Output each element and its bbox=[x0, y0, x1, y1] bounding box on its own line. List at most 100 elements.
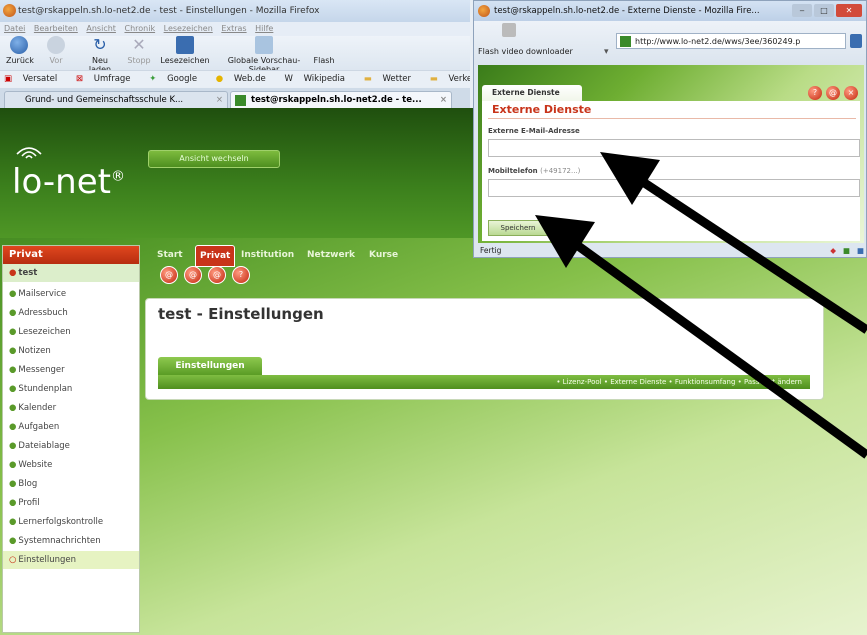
save-button[interactable]: Speichern bbox=[488, 220, 548, 236]
sidebar-item-aufgaben[interactable]: ● Aufgaben bbox=[3, 418, 139, 436]
versatel-icon: ▣ bbox=[4, 74, 13, 84]
mail-icon[interactable]: @ bbox=[826, 86, 840, 100]
flash-video-downloader-icon[interactable] bbox=[502, 23, 516, 37]
sidebar-item-notizen[interactable]: ● Notizen bbox=[3, 342, 139, 360]
dropdown-arrow-icon[interactable]: ▾ bbox=[604, 47, 609, 57]
stop-button[interactable]: ✕ Stopp bbox=[124, 36, 154, 66]
nav-privat[interactable]: Privat bbox=[195, 245, 236, 267]
close-icon[interactable]: × bbox=[440, 92, 447, 108]
status-addon-icon[interactable]: ◆ bbox=[830, 245, 836, 257]
help-icon[interactable]: ? bbox=[808, 86, 822, 100]
menu-item-extras[interactable]: Extras bbox=[221, 24, 246, 33]
bullet-icon: ● bbox=[9, 289, 17, 299]
sidebar-item-profil[interactable]: ● Profil bbox=[3, 494, 139, 512]
bullet-icon: ● bbox=[9, 346, 17, 356]
forward-button[interactable]: Vor bbox=[44, 36, 68, 65]
sidebar-item-einstellungen[interactable]: ○ Einstellungen bbox=[3, 551, 139, 569]
bookmarks-button-label: Lesezeichen bbox=[160, 56, 210, 65]
sidebar-item-dateiablage[interactable]: ● Dateiablage bbox=[3, 437, 139, 455]
bookmark-wikipedia[interactable]: W Wikipedia bbox=[284, 74, 353, 84]
tab-einstellungen-content[interactable]: Einstellungen bbox=[158, 357, 262, 375]
info-icon[interactable] bbox=[850, 34, 862, 48]
sidebar-item-adressbuch[interactable]: ● Adressbuch bbox=[3, 304, 139, 322]
bullet-icon: ● bbox=[9, 403, 17, 413]
tab-einstellungen[interactable]: test@rskappeln.sh.lo-net2.de - te... × bbox=[230, 91, 452, 108]
tab-label: Grund- und Gemeinschaftsschule K... bbox=[25, 95, 184, 105]
mail-icon[interactable]: @ bbox=[160, 266, 178, 284]
bookmark-versatel-label: Versatel bbox=[22, 74, 58, 84]
sidebar-item-lernerfolgskontrolle[interactable]: ● Lernerfolgskontrolle bbox=[3, 513, 139, 531]
menu-bar: Datei Bearbeiten Ansicht Chronik Lesezei… bbox=[0, 22, 470, 36]
bookmark-webde[interactable]: ● Web.de bbox=[216, 74, 274, 84]
tab-grund-und-gemeinschaftsschule[interactable]: Grund- und Gemeinschaftsschule K... × bbox=[4, 91, 228, 108]
minimize-button[interactable]: ‒ bbox=[792, 4, 812, 17]
flash-video-downloader-label[interactable]: Flash video downloader bbox=[478, 47, 573, 56]
nav-institution[interactable]: Institution bbox=[241, 245, 294, 265]
popup-toolbar: Flash video downloader ▾ http://www.lo-n… bbox=[474, 21, 866, 65]
sidebar-item-label: Profil bbox=[18, 498, 40, 508]
close-window-button[interactable]: ✕ bbox=[836, 4, 862, 17]
tab-externe-dienste[interactable]: Externe Dienste bbox=[482, 85, 582, 101]
sidebar-item-stundenplan[interactable]: ● Stundenplan bbox=[3, 380, 139, 398]
bookmark-verkehr[interactable]: ▬ Verkehr bbox=[430, 74, 470, 84]
back-button[interactable]: Zurück bbox=[6, 36, 34, 65]
email-field[interactable] bbox=[488, 139, 860, 157]
menu-item-ansicht[interactable]: Ansicht bbox=[86, 24, 116, 33]
site-navigation: Start Privat Institution Netzwerk Kurse bbox=[145, 245, 475, 267]
sidebar-title: Privat bbox=[3, 246, 139, 264]
mobile-label-text: Mobiltelefon bbox=[488, 167, 538, 175]
maximize-button[interactable]: □ bbox=[814, 4, 834, 17]
bookmark-wetter[interactable]: ▬ Wetter bbox=[364, 74, 419, 84]
bookmark-umfrage[interactable]: ⊠ Umfrage bbox=[76, 74, 139, 84]
sidebar-item-label: Lernerfolgskontrolle bbox=[18, 517, 104, 527]
menu-item-bearbeiten[interactable]: Bearbeiten bbox=[34, 24, 78, 33]
nav-kurse[interactable]: Kurse bbox=[369, 245, 398, 265]
page-title: test - Einstellungen bbox=[158, 305, 324, 323]
sidebar-item-systemnachrichten[interactable]: ● Systemnachrichten bbox=[3, 532, 139, 550]
sidebar-item-label: Blog bbox=[18, 479, 38, 489]
mobile-phone-field[interactable] bbox=[488, 179, 860, 197]
status-addon-icon[interactable]: ■ bbox=[843, 245, 850, 257]
menu-item-lesezeichen[interactable]: Lesezeichen bbox=[164, 24, 213, 33]
preview-sidebar-button[interactable]: Globale Vorschau-Sidebar bbox=[214, 36, 314, 74]
sidebar-item-lesezeichen[interactable]: ● Lesezeichen bbox=[3, 323, 139, 341]
bookmarks-button[interactable]: Lesezeichen bbox=[160, 36, 210, 65]
nav-start[interactable]: Start bbox=[157, 245, 183, 265]
sidebar-item-test[interactable]: ● test bbox=[3, 264, 139, 282]
menu-item-chronik[interactable]: Chronik bbox=[124, 24, 155, 33]
bullet-icon: ● bbox=[9, 460, 17, 470]
lonet-logo[interactable]: lo-net® bbox=[12, 162, 125, 202]
bullet-icon: ● bbox=[9, 498, 17, 508]
sidebar: Privat ● test ● Mailservice ● Adressbuch ● L… bbox=[2, 245, 140, 633]
popup-window-externe-dienste: test@rskappeln.sh.lo-net2.de - Externe D… bbox=[473, 0, 867, 258]
status-addon-icon[interactable]: ■ bbox=[857, 245, 864, 257]
help-icon[interactable]: ? bbox=[232, 266, 250, 284]
mail-icon[interactable]: @ bbox=[208, 266, 226, 284]
title-divider bbox=[488, 118, 856, 119]
sidebar-item-messenger[interactable]: ● Messenger bbox=[3, 361, 139, 379]
sidebar-item-blog[interactable]: ● Blog bbox=[3, 475, 139, 493]
popup-url-bar[interactable]: http://www.lo-net2.de/wws/3ee/360249.p bbox=[616, 33, 846, 49]
close-icon[interactable]: × bbox=[844, 86, 858, 100]
menu-item-hilfe[interactable]: Hilfe bbox=[255, 24, 273, 33]
flash-button[interactable]: Flash bbox=[312, 36, 336, 65]
mail-icon[interactable]: @ bbox=[184, 266, 202, 284]
main-window-title: test@rskappeln.sh.lo-net2.de - test - Ei… bbox=[0, 0, 470, 22]
bookmark-google[interactable]: ✦ Google bbox=[149, 74, 205, 84]
bookmarks-bar: ▣ Versatel ⊠ Umfrage ✦ Google ● Web.de W… bbox=[0, 70, 470, 87]
view-switch-button[interactable]: Ansicht wechseln bbox=[148, 150, 280, 168]
sidebar-item-mailservice[interactable]: ● Mailservice bbox=[3, 285, 139, 303]
sidebar-item-kalender[interactable]: ● Kalender bbox=[3, 399, 139, 417]
reload-button[interactable]: ↻ Neu laden bbox=[80, 36, 120, 75]
firefox-icon bbox=[478, 5, 490, 17]
nav-netzwerk[interactable]: Netzwerk bbox=[307, 245, 355, 265]
umfrage-icon: ⊠ bbox=[75, 74, 84, 84]
bullet-icon: ● bbox=[9, 517, 17, 527]
settings-links-strip[interactable]: • Lizenz-Pool • Externe Dienste • Funkti… bbox=[158, 375, 810, 389]
bookmark-verkehr-label: Verkehr bbox=[448, 74, 470, 84]
menu-item-datei[interactable]: Datei bbox=[4, 24, 25, 33]
bookmark-versatel[interactable]: ▣ Versatel bbox=[4, 74, 65, 84]
bookmark-wikipedia-label: Wikipedia bbox=[303, 74, 346, 84]
sidebar-item-website[interactable]: ● Website bbox=[3, 456, 139, 474]
close-icon[interactable]: × bbox=[216, 92, 223, 108]
